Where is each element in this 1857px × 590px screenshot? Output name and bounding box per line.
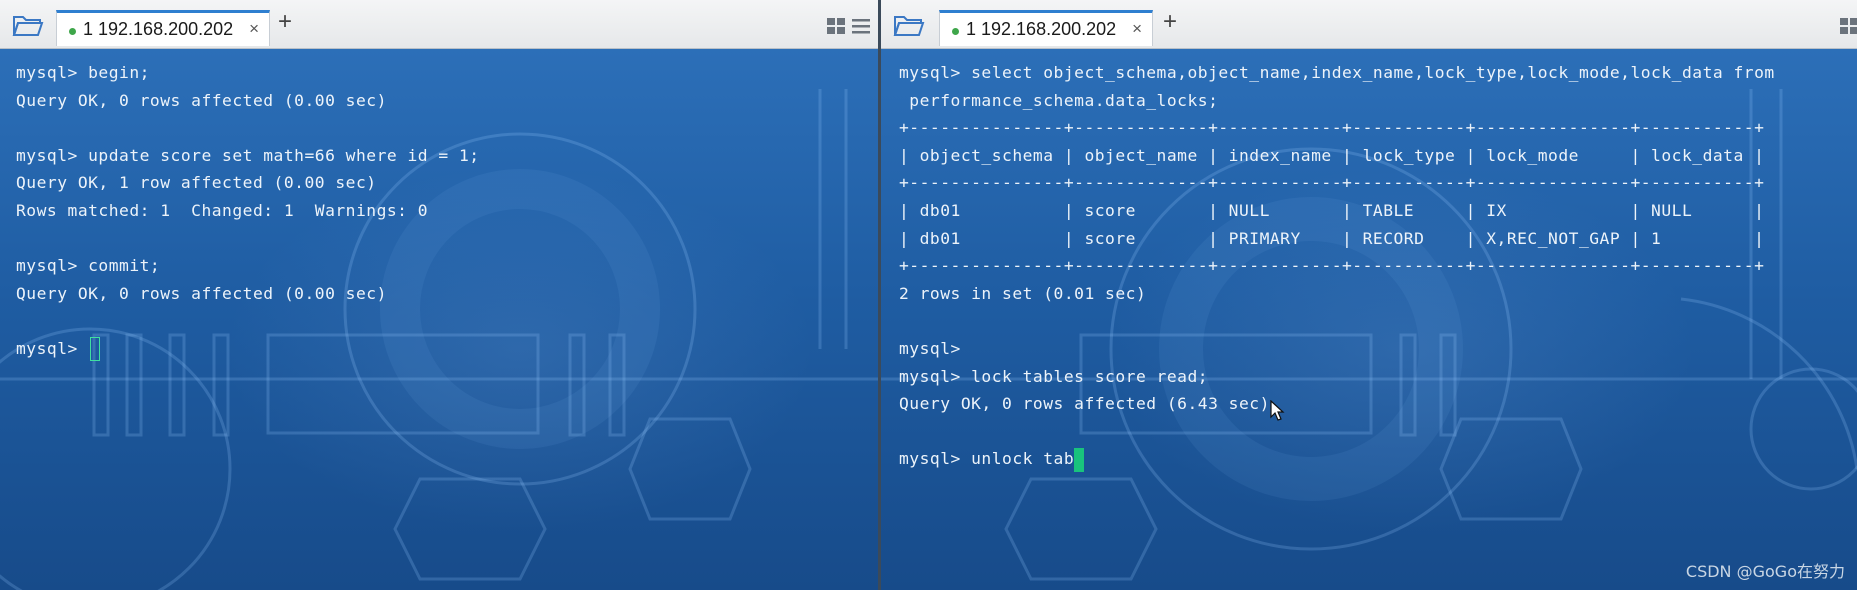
text-cursor: [90, 337, 101, 362]
terminal-output[interactable]: mysql> begin; Query OK, 0 rows affected …: [0, 49, 878, 590]
terminal-line: performance_schema.data_locks;: [899, 90, 1219, 110]
terminal-line: Query OK, 0 rows affected (0.00 sec): [16, 283, 387, 303]
left-pane: 1 192.168.200.202 × + mysql> begin; Quer…: [0, 0, 878, 590]
tab-title: 1 192.168.200.202: [966, 19, 1117, 39]
terminal-line: mysql> update score set math=66 where id…: [16, 145, 480, 165]
terminal-line: mysql> commit;: [16, 256, 161, 276]
terminal-line: Query OK, 0 rows affected (6.43 sec): [899, 394, 1270, 414]
session-tab[interactable]: 1 192.168.200.202 ×: [939, 10, 1153, 46]
tab-bar: 1 192.168.200.202 × +: [0, 0, 878, 49]
connection-status-dot-icon: [952, 28, 959, 35]
close-tab-icon[interactable]: ×: [249, 19, 259, 39]
terminal-line: 2 rows in set (0.01 sec): [899, 283, 1147, 303]
connection-status-dot-icon: [69, 28, 76, 35]
terminal-line: Query OK, 0 rows affected (0.00 sec): [16, 90, 387, 110]
right-pane: 1 192.168.200.202 × + mysql> select obje…: [881, 0, 1857, 590]
close-tab-icon[interactable]: ×: [1132, 19, 1142, 39]
terminal-line: Rows matched: 1 Changed: 1 Warnings: 0: [16, 200, 429, 220]
new-tab-icon[interactable]: +: [278, 8, 292, 36]
table-border: +---------------+-------------+---------…: [899, 118, 1765, 138]
terminal-lines: mysql> begin; Query OK, 0 rows affected …: [0, 49, 878, 363]
watermark-text: CSDN @GoGo在努力: [1685, 562, 1845, 581]
open-folder-icon[interactable]: [893, 13, 925, 37]
open-folder-icon[interactable]: [12, 13, 44, 37]
prompt-line[interactable]: mysql>: [16, 335, 878, 363]
tab-bar: 1 192.168.200.202 × +: [881, 0, 1857, 49]
terminal-app: 1 192.168.200.202 × + mysql> begin; Quer…: [0, 0, 1857, 590]
terminal-line: mysql> begin;: [16, 63, 150, 82]
mouse-pointer-icon: [1270, 400, 1285, 421]
tab-title: 1 192.168.200.202: [83, 19, 234, 39]
terminal-line: mysql> lock tables score read;: [899, 366, 1209, 386]
terminal-line: mysql>: [899, 338, 961, 358]
text-cursor: [1074, 447, 1085, 472]
table-border: +---------------+-------------+---------…: [899, 173, 1765, 193]
prompt-text: mysql>: [16, 338, 89, 358]
table-row: | db01 | score | PRIMARY | RECORD | X,RE…: [899, 228, 1765, 248]
command-input-line[interactable]: mysql> unlock tab: [899, 445, 1857, 473]
terminal-lines: mysql> select object_schema,object_name,…: [881, 49, 1857, 473]
terminal-line: mysql> select object_schema,object_name,…: [899, 63, 1775, 82]
terminal-output[interactable]: mysql> select object_schema,object_name,…: [881, 49, 1857, 590]
command-input-text: mysql> unlock tab: [899, 449, 1075, 469]
table-border: +---------------+-------------+---------…: [899, 256, 1765, 276]
tile-layout-icon[interactable]: [826, 16, 874, 36]
table-row: | db01 | score | NULL | TABLE | IX | NUL…: [899, 200, 1765, 220]
session-tab[interactable]: 1 192.168.200.202 ×: [56, 10, 270, 46]
table-header-row: | object_schema | object_name | index_na…: [899, 145, 1765, 165]
tile-layout-icon[interactable]: [1839, 16, 1857, 36]
new-tab-icon[interactable]: +: [1163, 8, 1177, 36]
terminal-line: Query OK, 1 row affected (0.00 sec): [16, 173, 377, 193]
